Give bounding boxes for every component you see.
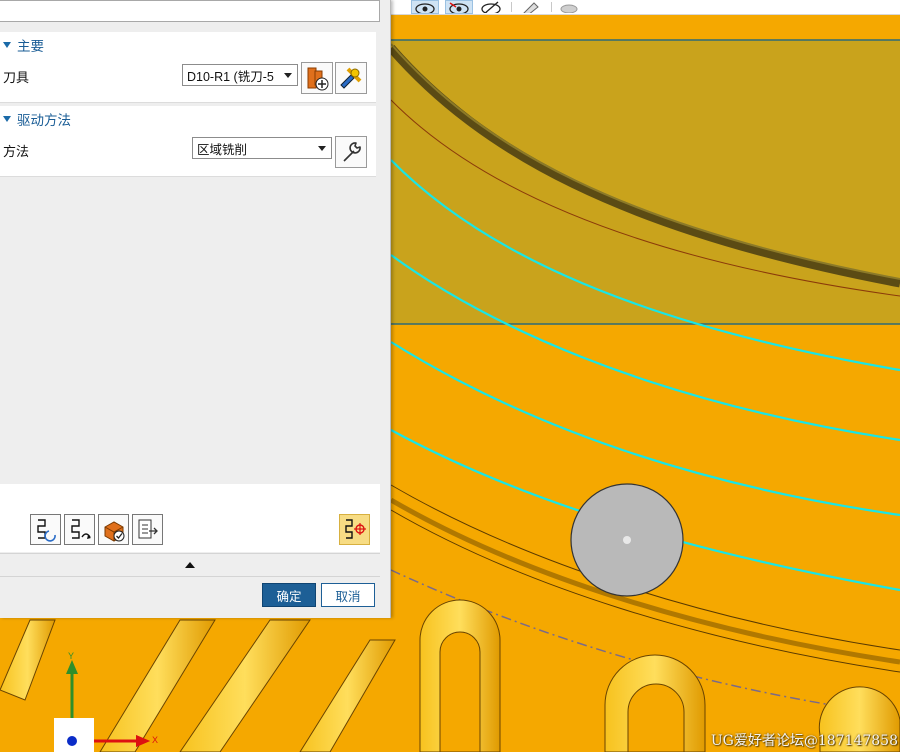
eye-slash-icon [481,1,501,13]
edit-tool-button[interactable] [335,62,367,94]
path-display-button[interactable] [339,514,370,545]
view-toolbar [391,0,900,15]
hide-button[interactable] [477,0,505,14]
axis-x-label: X [152,735,159,745]
ok-button[interactable]: 确定 [262,583,316,607]
method-select-value: 区域铣削 [197,142,248,157]
list-export-icon [138,519,158,538]
new-tool-icon [307,67,329,91]
wrench-icon [343,142,361,162]
chevron-down-icon [284,73,292,78]
axis-triad-box [54,718,94,752]
new-tool-button[interactable] [301,62,333,94]
dialog-name-field[interactable] [0,0,380,22]
method-label: 方法 [3,144,30,159]
replay-path-icon [70,518,91,539]
shaded-body-icon [560,4,578,13]
drive-method-group: 驱动方法 方法 区域铣削 [0,106,376,177]
tool-label: 刀具 [3,70,30,85]
edit-method-button[interactable] [335,136,367,168]
replay-button[interactable] [64,514,95,545]
tool-select[interactable]: D10-R1 (铣刀-5 [182,64,298,86]
show-only-button[interactable] [445,0,473,14]
ruler-icon [523,2,539,13]
edit-tool-icon [340,67,362,89]
drive-group-title: 驱动方法 [17,113,71,128]
measure-button[interactable] [517,0,545,14]
cancel-button[interactable]: 取消 [321,583,375,607]
collapse-caret-icon [3,42,11,48]
chevron-down-icon [318,146,326,151]
main-group-header[interactable]: 主要 [0,32,44,58]
main-group-title: 主要 [17,39,44,54]
main-group: 主要 刀具 D10-R1 (铣刀-5 [0,32,376,103]
verify-icon [104,520,124,542]
render-style-button[interactable] [555,0,583,14]
drive-group-header[interactable]: 驱动方法 [0,106,71,132]
path-target-icon [344,518,366,539]
verify-button[interactable] [98,514,129,545]
collapse-caret-icon [3,116,11,122]
operation-dialog: 主要 刀具 D10-R1 (铣刀-5 驱动方法 方法 区域铣削 确定 取消 [0,0,391,618]
generate-path-icon [36,518,56,542]
eye-icon [415,3,435,13]
collapse-bar[interactable] [0,553,380,577]
show-hide-button[interactable] [411,0,439,14]
generate-button[interactable] [30,514,61,545]
method-select[interactable]: 区域铣削 [192,137,332,159]
chevron-up-icon [185,562,195,568]
list-button[interactable] [132,514,163,545]
eye-red-icon [449,2,469,13]
watermark-text: UG爱好者论坛@187147858 [710,733,898,749]
top-face [391,40,900,324]
tool-select-value: D10-R1 (铣刀-5 [187,69,274,84]
axis-y-label: Y [68,651,75,661]
